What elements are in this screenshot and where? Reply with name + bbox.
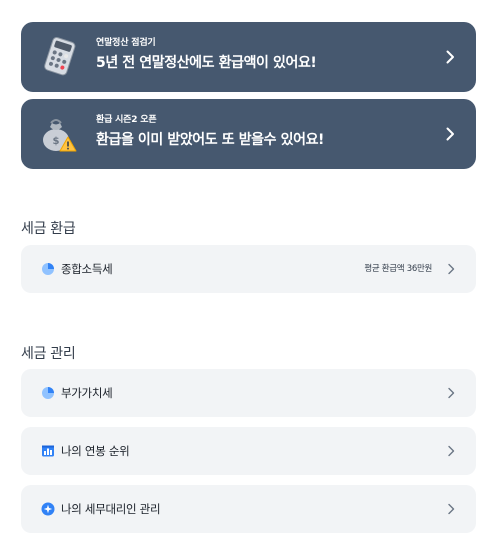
banner-refund-season-2[interactable]: $ 환급 시즌2 오픈 환급을 이미 받았어도 또 받을수 있어요! bbox=[21, 99, 476, 169]
list-item-tax-agent-management[interactable]: 나의 세무대리인 관리 bbox=[21, 485, 476, 533]
banner-text: 연말정산 점검기 5년 전 연말정산에도 환급액이 있어요! bbox=[96, 37, 317, 73]
chevron-right-icon bbox=[448, 387, 455, 399]
list-item-comprehensive-income-tax[interactable]: 종합소득세 평균 환급액 36만원 bbox=[21, 245, 476, 293]
list-item-vat[interactable]: 부가가치세 bbox=[21, 369, 476, 417]
section-title-tax-management: 세금 관리 bbox=[21, 346, 76, 362]
banner-year-end-tax-check[interactable]: 연말정산 점검기 5년 전 연말정산에도 환급액이 있어요! bbox=[21, 22, 476, 92]
money-bag-warning-icon: $ bbox=[43, 119, 77, 152]
list-item-label: 나의 연봉 순위 bbox=[61, 444, 130, 458]
pie-chart-icon bbox=[42, 263, 54, 275]
list-item-label: 부가가치세 bbox=[61, 386, 113, 400]
svg-text:$: $ bbox=[53, 136, 60, 147]
banner-eyebrow: 연말정산 점검기 bbox=[96, 38, 156, 48]
banner-eyebrow: 환급 시즌2 오픈 bbox=[96, 115, 157, 125]
chevron-right-icon bbox=[446, 50, 454, 64]
banner-title: 5년 전 연말정산에도 환급액이 있어요! bbox=[96, 55, 317, 71]
chevron-right-icon bbox=[448, 263, 455, 275]
banner-title: 환급을 이미 받았어도 또 받을수 있어요! bbox=[96, 132, 325, 148]
section-title-tax-refund: 세금 환급 bbox=[21, 221, 76, 237]
ranking-chart-icon bbox=[42, 445, 54, 457]
list-item-salary-ranking[interactable]: 나의 연봉 순위 bbox=[21, 427, 476, 475]
star-badge-icon bbox=[41, 502, 55, 516]
list-item-label: 나의 세무대리인 관리 bbox=[61, 502, 161, 516]
banner-text: 환급 시즌2 오픈 환급을 이미 받았어도 또 받을수 있어요! bbox=[96, 114, 324, 150]
chevron-right-icon bbox=[448, 503, 455, 515]
chevron-right-icon bbox=[448, 445, 455, 457]
average-refund-text: 평균 환급액 36만원 bbox=[364, 264, 432, 274]
calculator-icon bbox=[44, 37, 76, 76]
pie-chart-icon bbox=[42, 387, 54, 399]
list-item-label: 종합소득세 bbox=[61, 262, 113, 276]
chevron-right-icon bbox=[446, 127, 454, 141]
